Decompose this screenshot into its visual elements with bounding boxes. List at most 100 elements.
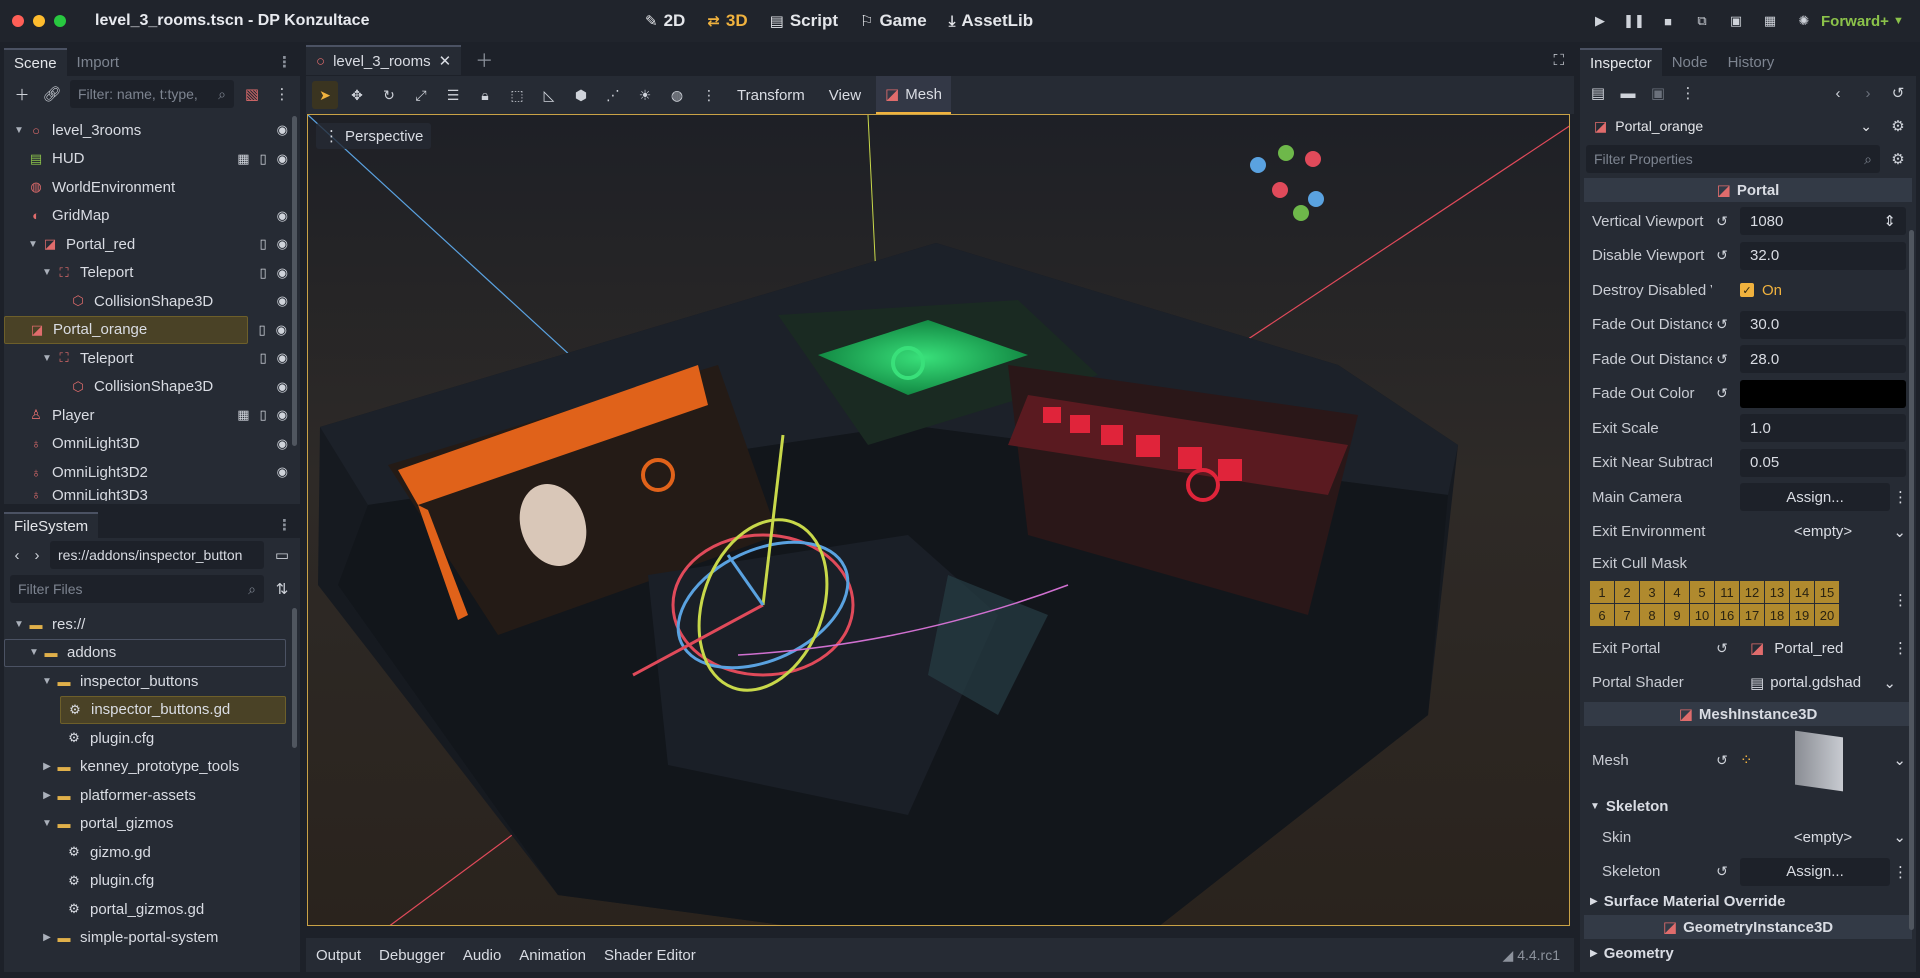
pause-icon[interactable]: ❚❚: [1622, 9, 1646, 33]
tool-icon[interactable]: ⚙: [1886, 114, 1910, 138]
tree-node-portal-orange[interactable]: ◪ Portal_orange ▯ ◉: [4, 315, 287, 344]
skin-picker[interactable]: <empty> ⌄: [1740, 823, 1906, 851]
script-icon[interactable]: ▯: [260, 350, 267, 366]
visibility-icon[interactable]: ◉: [277, 208, 288, 224]
layer-13[interactable]: 13: [1765, 581, 1789, 603]
tree-node-collisionshape3d[interactable]: ⬡ CollisionShape3D ◉: [4, 287, 300, 316]
tree-node-omnilight3d2[interactable]: ♁ OmniLight3D2 ◉: [4, 458, 300, 487]
3d-viewport[interactable]: ⋮ Perspective: [307, 114, 1570, 926]
local-space-icon[interactable]: ⬢: [568, 81, 594, 109]
section-portal[interactable]: ◪ Portal: [1584, 178, 1912, 202]
renderer-select[interactable]: Forward+ ▼: [1821, 0, 1904, 42]
layer-7[interactable]: 7: [1615, 604, 1639, 626]
tree-node-worldenvironment[interactable]: ◍ WorldEnvironment: [4, 173, 300, 202]
file-item-addons[interactable]: ▼ ▬ addons: [4, 638, 286, 667]
play-icon[interactable]: ▶: [1588, 9, 1612, 33]
tree-node-collisionshape3d-2[interactable]: ⬡ CollisionShape3D ◉: [4, 373, 300, 402]
revert-icon[interactable]: ↺: [1712, 247, 1732, 264]
layer-1[interactable]: 1: [1590, 581, 1614, 603]
mode-game-button[interactable]: ⚐ Game: [860, 11, 927, 31]
scene-filter-input[interactable]: Filter: name, t:type, ⌕: [70, 80, 234, 108]
layer-9[interactable]: 9: [1665, 604, 1689, 626]
revert-icon[interactable]: ↺: [1712, 863, 1732, 880]
file-item-plugin-cfg[interactable]: ⚙ plugin.cfg: [4, 724, 300, 753]
portal-shader-picker[interactable]: ▤ portal.gdshad ⌄: [1740, 669, 1906, 697]
stop-icon[interactable]: ■: [1656, 9, 1680, 33]
visibility-icon[interactable]: ◉: [277, 436, 288, 452]
file-item-portal-gizmos-gd[interactable]: ⚙ portal_gizmos.gd: [4, 895, 300, 924]
mesh-preview-thumbnail[interactable]: [1795, 730, 1843, 792]
tab-node[interactable]: Node: [1662, 48, 1718, 76]
layer-15[interactable]: 15: [1815, 581, 1839, 603]
layer-2[interactable]: 2: [1615, 581, 1639, 603]
chevron-down-icon[interactable]: ⌄: [1893, 751, 1906, 769]
layer-17[interactable]: 17: [1740, 604, 1764, 626]
group-skeleton[interactable]: ▼ Skeleton: [1580, 792, 1916, 820]
file-tree-scrollbar[interactable]: [292, 608, 297, 748]
section-geometryinstance3d[interactable]: ◪ GeometryInstance3D: [1584, 915, 1912, 939]
tab-animation[interactable]: Animation: [519, 947, 586, 964]
tree-node-level-3rooms[interactable]: ▼ ○ level_3rooms ◉: [4, 116, 300, 145]
visibility-icon[interactable]: ◉: [277, 265, 288, 281]
group-surface-material-override[interactable]: ▶ Surface Material Override: [1580, 889, 1916, 913]
visibility-icon[interactable]: ◉: [277, 407, 288, 423]
property-settings-icon[interactable]: ⚙: [1886, 147, 1910, 171]
chevron-down-icon[interactable]: ▼: [12, 125, 26, 136]
lock-icon[interactable]: 🔒︎: [472, 81, 498, 109]
minimize-window-button[interactable]: [33, 15, 45, 27]
skeleton-assign[interactable]: Assign...: [1740, 857, 1890, 886]
group-icon[interactable]: ⬚: [504, 81, 530, 109]
revert-icon[interactable]: ↺: [1712, 351, 1732, 368]
object-selector[interactable]: ◪ Portal_orange ⌄: [1586, 112, 1880, 140]
visibility-icon[interactable]: ◉: [276, 322, 287, 338]
file-item-portal-gizmos[interactable]: ▼ ▬ portal_gizmos: [4, 810, 300, 839]
play-custom-scene-icon[interactable]: ▦: [1758, 9, 1782, 33]
path-field[interactable]: res://addons/inspector_button: [50, 541, 264, 569]
new-resource-icon[interactable]: ▤: [1586, 81, 1610, 105]
open-folder-icon[interactable]: ▬: [1616, 81, 1640, 105]
tree-node-player[interactable]: ♙ Player ▦ ▯ ◉: [4, 401, 300, 430]
layer-18[interactable]: 18: [1765, 604, 1789, 626]
tree-node-teleport-2[interactable]: ▼ ⛶ Teleport ▯ ◉: [4, 344, 300, 373]
tab-shader-editor[interactable]: Shader Editor: [604, 947, 696, 964]
scene-tree-scrollbar[interactable]: [292, 116, 297, 446]
menu-view[interactable]: View: [820, 76, 870, 114]
maximize-window-button[interactable]: [54, 15, 66, 27]
script-icon[interactable]: ▯: [260, 236, 267, 252]
mode-script-button[interactable]: ▤ Script: [770, 11, 838, 31]
disable-viewport-field[interactable]: 32.0: [1740, 241, 1906, 270]
exit-scale-field[interactable]: 1.0: [1740, 414, 1906, 443]
movie-maker-icon[interactable]: ✺: [1792, 9, 1816, 33]
layer-12[interactable]: 12: [1740, 581, 1764, 603]
revert-icon[interactable]: ↺: [1712, 640, 1732, 657]
rotate-tool-icon[interactable]: ↻: [376, 81, 402, 109]
exit-portal-picker[interactable]: ◪ Portal_red: [1740, 634, 1890, 662]
tab-import[interactable]: Import: [67, 48, 130, 76]
file-item-platformer-assets[interactable]: ▶ ▬ platformer-assets: [4, 781, 300, 810]
fade-out-distance-min-field[interactable]: 28.0: [1740, 345, 1906, 374]
sort-icon[interactable]: ⇅: [270, 577, 294, 601]
list-select-icon[interactable]: ☰: [440, 81, 466, 109]
menu-mesh[interactable]: ◪ Mesh: [876, 76, 951, 114]
revert-icon[interactable]: ↺: [1712, 316, 1732, 333]
forward-icon[interactable]: ›: [30, 543, 44, 567]
kebab-menu-icon[interactable]: ⋮: [1893, 639, 1908, 657]
layer-8[interactable]: 8: [1640, 604, 1664, 626]
history-icon[interactable]: ↺: [1886, 81, 1910, 105]
script-icon[interactable]: ▯: [260, 151, 267, 167]
chevron-down-icon[interactable]: ▼: [26, 239, 40, 250]
close-window-button[interactable]: [12, 15, 24, 27]
revert-icon[interactable]: ↺: [1712, 752, 1732, 769]
filesystem-filter-input[interactable]: Filter Files ⌕: [10, 575, 264, 603]
add-tab-icon[interactable]: ＋: [475, 47, 493, 73]
tab-inspector[interactable]: Inspector: [1580, 48, 1662, 76]
distraction-free-icon[interactable]: ⛶: [1553, 52, 1564, 69]
environment-icon[interactable]: ◍: [664, 81, 690, 109]
sun-icon[interactable]: ☀: [632, 81, 658, 109]
select-tool-icon[interactable]: ➤: [312, 81, 338, 109]
layer-20[interactable]: 20: [1815, 604, 1839, 626]
chevron-down-icon[interactable]: ▼: [12, 619, 26, 630]
kebab-menu-icon[interactable]: ⋮: [270, 82, 294, 106]
chevron-right-icon[interactable]: ▶: [40, 932, 54, 943]
tree-node-portal-red[interactable]: ▼ ◪ Portal_red ▯ ◉: [4, 230, 300, 259]
